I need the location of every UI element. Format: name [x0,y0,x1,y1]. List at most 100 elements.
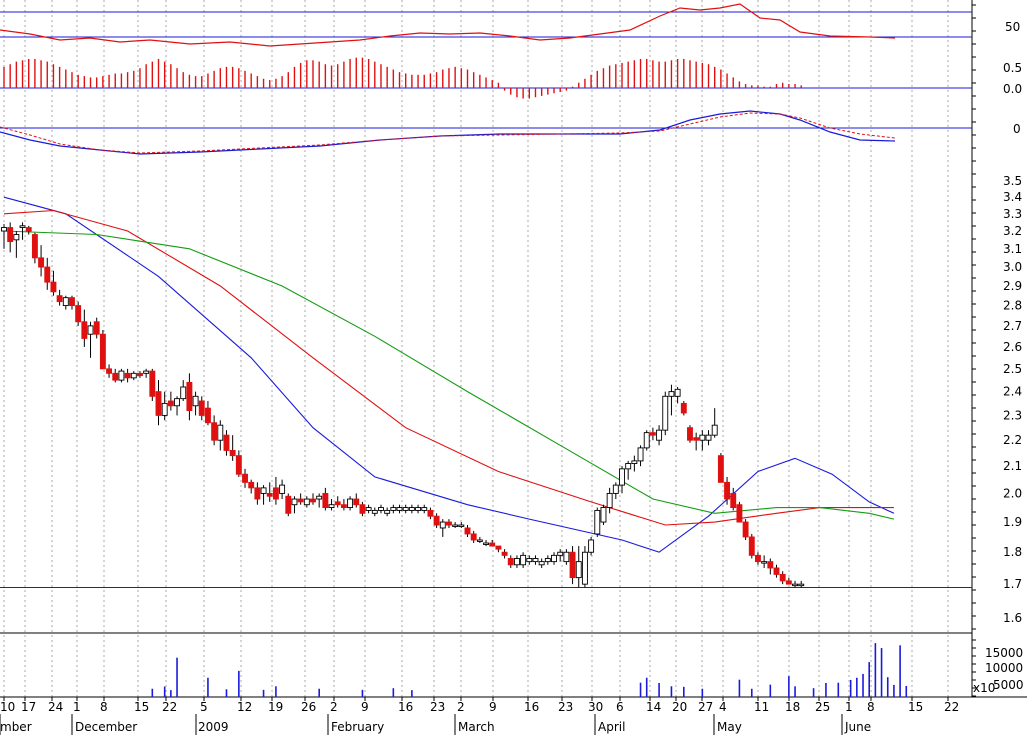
candle-body [124,372,131,379]
x-month-label: June [844,720,871,734]
price-tick-label: 3.5 [1003,174,1022,188]
candle-body [248,481,255,489]
x-day-label: 17 [21,700,36,714]
macd-tick-label: 0 [1013,122,1021,136]
candle-body [143,370,150,374]
candle-body [507,558,514,566]
x-day-label: 16 [524,700,539,714]
price-tick-label: 3.3 [1003,207,1022,221]
price-tick-label: 3.2 [1003,224,1022,238]
candle-body [322,492,329,509]
x-day-label: 26 [301,700,316,714]
x-month-label: 2009 [198,720,229,734]
candle-body [662,395,669,431]
candle-body [297,498,304,503]
candle-body [316,495,323,500]
candle-body [7,227,14,243]
candle-body [785,580,792,585]
candle-body [198,400,205,416]
candle-body [353,498,360,506]
momentum-tick-label: 0.0 [1003,82,1022,96]
candle [285,493,292,517]
candle [594,507,601,537]
candle-body [761,561,768,564]
candle-body [594,509,601,535]
candle-body [656,429,663,441]
x-day-label: 16 [398,700,413,714]
x-day-label: 15 [908,700,923,714]
candle-body [192,395,199,407]
candle-body [730,492,737,509]
candle-body [93,321,100,335]
candle-body [62,297,69,307]
candle-body [340,504,347,509]
candle-body [427,509,434,517]
volume-tick-label: 5000 [993,678,1024,692]
price-tick-label: 3.4 [1003,190,1022,204]
candle-body [155,391,162,416]
candle-body [724,481,731,500]
price-tick-label: 2.9 [1003,279,1022,293]
candle [600,504,607,526]
x-month-label: April [598,720,625,734]
x-day-label: 27 [698,700,713,714]
candle-body [347,498,354,509]
candle-body [235,455,242,475]
x-day-label: 2 [457,700,465,714]
candle-body [439,521,446,529]
rsi-tick-label: 50 [1005,20,1020,34]
candle-body [415,507,422,511]
price-tick-label: 2.5 [1003,362,1022,376]
price-tick-label: 1.8 [1003,545,1022,559]
x-day-label: 22 [162,700,177,714]
candle [581,546,588,588]
candle-body [470,533,477,541]
candle-body [551,554,557,563]
x-day-label: 5 [200,700,208,714]
candle-body [365,507,372,511]
x-day-label: 19 [268,700,283,714]
price-tick-label: 2.3 [1003,408,1022,422]
candle-body [544,558,551,563]
candle-body [254,487,261,500]
candle-body [619,468,625,486]
candle-body [38,257,45,268]
candle-body [137,372,143,377]
x-day-label: 22 [944,700,959,714]
candle-body [75,305,82,323]
candle-body [328,504,335,509]
x-day-label: 12 [237,700,252,714]
candle-body [118,370,125,381]
volume-tick-label: 15000 [985,646,1023,660]
candle-body [748,536,755,556]
candle-body [223,434,230,451]
x-day-label: 10 [0,700,15,714]
candle [149,368,156,402]
candle-body [161,402,168,416]
candle-body [130,372,137,379]
candle-body [217,424,224,441]
candle-body [773,567,780,575]
candle-body [693,437,700,441]
candle-body [452,524,459,527]
candle-body [513,558,520,566]
candle-body [50,281,57,293]
candle-body [81,321,88,339]
candle-body [167,400,174,407]
volume-multiplier-label: x10 [973,681,995,695]
candle-body [464,527,471,535]
candle-body [149,370,156,397]
x-day-label: 23 [558,700,573,714]
candle-body [680,402,687,414]
candle-body [266,492,273,497]
x-day-label: 8 [867,700,875,714]
candle-body [390,507,397,511]
candle-body [204,407,211,424]
candle-body [612,484,619,494]
candle-body [446,521,452,526]
x-day-label: 20 [672,700,687,714]
price-tick-label: 1.6 [1003,611,1022,625]
candle-body [25,227,32,232]
candle-body [569,551,576,579]
candle-body [575,561,582,579]
